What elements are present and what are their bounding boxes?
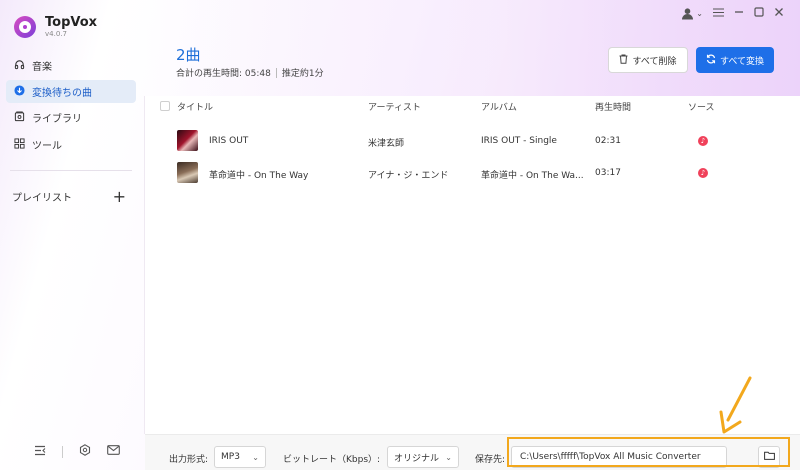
delete-all-button[interactable]: すべて削除: [608, 47, 688, 73]
track-title: 革命道中 - On The Way: [209, 171, 309, 181]
summary-info: 合計の再生時間: 05:48 推定約1分: [176, 66, 324, 79]
chevron-down-icon: ⌄: [445, 452, 452, 462]
brand: TopVox v4.0.7: [14, 15, 97, 38]
bitrate-select[interactable]: オリジナル ⌄: [387, 446, 459, 468]
track-album: 革命道中 - On The Wa...: [481, 171, 584, 181]
save-path-value: C:\Users\fffff\TopVox All Music Converte…: [520, 452, 701, 462]
album-art: [177, 130, 198, 151]
track-artist: 米津玄師: [368, 139, 405, 149]
app-logo-icon: [14, 15, 36, 38]
refresh-icon: [706, 54, 716, 67]
select-all-checkbox[interactable]: [160, 101, 170, 111]
sidebar-item-label: 音楽: [32, 62, 52, 73]
song-count: 2曲: [176, 46, 201, 64]
maximize-icon[interactable]: [754, 7, 764, 20]
download-icon: [12, 84, 26, 99]
track-album: IRIS OUT - Single: [481, 136, 557, 146]
menu-icon[interactable]: [713, 7, 724, 20]
sidebar-item-label: 変換待ちの曲: [32, 88, 92, 99]
sidebar: TopVox v4.0.7 音楽 変換待ちの曲 ライブラリ ツール プレイリスト…: [0, 0, 145, 470]
track-duration: 03:17: [595, 168, 621, 178]
save-location-label: 保存先:: [475, 455, 506, 465]
convert-all-label: すべて変換: [719, 56, 764, 67]
playlist-label: プレイリスト: [12, 193, 72, 204]
settings-icon[interactable]: [79, 444, 91, 459]
album-art: [177, 162, 198, 183]
folder-icon: [763, 451, 775, 463]
track-artist: アイナ・ジ・エンド: [368, 171, 449, 181]
browse-folder-button[interactable]: [758, 446, 780, 468]
app-version: v4.0.7: [45, 30, 67, 38]
delete-all-label: すべて削除: [632, 56, 677, 67]
headphones-icon: [12, 59, 26, 73]
collapse-sidebar-icon[interactable]: [34, 445, 46, 459]
app-name: TopVox: [45, 15, 98, 30]
sidebar-item-music[interactable]: 音楽: [6, 54, 136, 77]
window-controls: ⌄: [681, 7, 784, 20]
total-duration: 合計の再生時間: 05:48: [176, 69, 271, 79]
save-path-field[interactable]: C:\Users\fffff\TopVox All Music Converte…: [511, 446, 727, 468]
format-select[interactable]: MP3 ⌄: [214, 446, 266, 468]
format-value: MP3: [221, 452, 240, 462]
footer-bar: 出力形式: MP3 ⌄ ビットレート（Kbps）: オリジナル ⌄ 保存先: C…: [145, 434, 800, 470]
table-row[interactable]: IRIS OUT 米津玄師 IRIS OUT - Single 02:31 ♪: [0, 128, 800, 154]
column-title[interactable]: タイトル: [177, 100, 213, 113]
divider: [275, 67, 277, 78]
column-duration[interactable]: 再生時間: [595, 100, 631, 113]
divider: [62, 445, 63, 458]
apple-music-icon: ♪: [698, 168, 708, 178]
apple-music-icon: ♪: [698, 136, 708, 146]
mail-icon[interactable]: [107, 445, 120, 458]
table-header: タイトル アーティスト アルバム 再生時間 ソース: [0, 100, 800, 114]
close-icon[interactable]: [774, 7, 784, 20]
account-icon[interactable]: ⌄: [681, 7, 703, 20]
add-playlist-icon[interactable]: +: [113, 188, 126, 204]
minimize-icon[interactable]: [734, 7, 744, 20]
convert-all-button[interactable]: すべて変換: [696, 47, 774, 73]
bitrate-label: ビットレート（Kbps）:: [283, 455, 381, 465]
column-source[interactable]: ソース: [688, 100, 715, 113]
sidebar-bottom-tools: [34, 444, 120, 459]
bitrate-value: オリジナル: [394, 453, 440, 464]
chevron-down-icon: ⌄: [252, 452, 259, 462]
track-duration: 02:31: [595, 136, 621, 146]
column-album[interactable]: アルバム: [481, 100, 517, 113]
trash-icon: [619, 54, 628, 67]
table-row[interactable]: 革命道中 - On The Way アイナ・ジ・エンド 革命道中 - On Th…: [0, 160, 800, 186]
track-title: IRIS OUT: [209, 136, 249, 146]
format-label: 出力形式:: [169, 455, 209, 465]
chevron-down-icon: ⌄: [696, 9, 703, 18]
playlist-section: プレイリスト +: [12, 188, 126, 204]
estimated-time: 推定約1分: [281, 69, 324, 79]
column-artist[interactable]: アーティスト: [368, 100, 421, 113]
